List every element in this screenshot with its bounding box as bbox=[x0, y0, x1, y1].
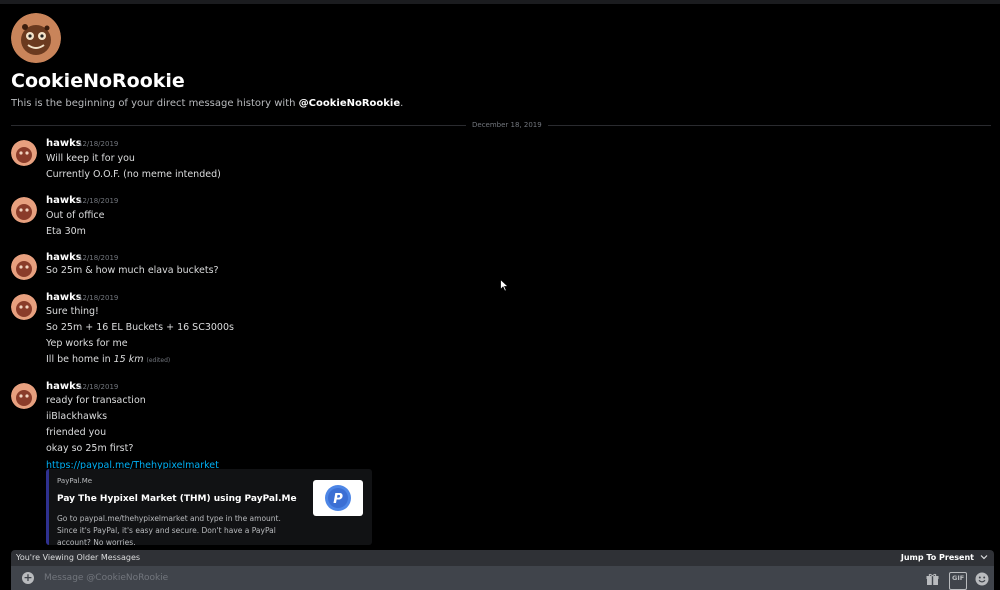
message-text: Yep works for me bbox=[46, 338, 128, 349]
message-author[interactable]: hawks bbox=[46, 292, 82, 303]
message-timestamp: 12/18/2019 bbox=[78, 197, 119, 205]
paypal-logo-icon[interactable]: P bbox=[313, 480, 363, 516]
jump-to-present-button[interactable]: Jump To Present bbox=[901, 553, 988, 563]
message-author[interactable]: hawks bbox=[46, 252, 82, 263]
message-text: Ill be home in 15 km (edited) bbox=[46, 354, 170, 365]
channel-title: CookieNoRookie bbox=[11, 70, 185, 92]
message-composer: + GIF bbox=[11, 566, 994, 590]
date-divider: December 18, 2019 bbox=[466, 120, 548, 130]
dm-header bbox=[11, 13, 61, 63]
gift-icon[interactable] bbox=[926, 571, 939, 585]
chevron-down-icon bbox=[980, 553, 988, 563]
jump-to-present-label: Jump To Present bbox=[900, 553, 974, 562]
channel-intro: This is the beginning of your direct mes… bbox=[11, 98, 403, 109]
message-text: ready for transaction bbox=[46, 395, 146, 406]
older-messages-bar[interactable]: You're Viewing Older Messages Jump To Pr… bbox=[11, 550, 994, 566]
mouse-cursor-icon bbox=[500, 277, 510, 296]
avatar[interactable] bbox=[11, 294, 37, 320]
avatar[interactable] bbox=[11, 140, 37, 166]
message-input[interactable] bbox=[44, 572, 894, 584]
message-text: Sure thing! bbox=[46, 306, 99, 317]
message-text: So 25m & how much elava buckets? bbox=[46, 265, 219, 276]
message-text: iiBlackhawks bbox=[46, 411, 108, 422]
top-bar bbox=[0, 0, 1000, 4]
embed-title[interactable]: Pay The Hypixel Market (THM) using PayPa… bbox=[57, 494, 297, 504]
message-timestamp: 12/18/2019 bbox=[78, 383, 119, 391]
svg-text:P: P bbox=[333, 492, 343, 507]
message-timestamp: 12/18/2019 bbox=[78, 254, 119, 262]
message-text-prefix: Ill be home in bbox=[46, 354, 114, 365]
link-embed: PayPal.Me Pay The Hypixel Market (THM) u… bbox=[46, 469, 372, 547]
message-author[interactable]: hawks bbox=[46, 138, 82, 149]
message-emphasis: 15 km bbox=[113, 354, 144, 365]
attach-plus-icon[interactable]: + bbox=[22, 572, 34, 584]
avatar[interactable] bbox=[11, 254, 37, 280]
message-author[interactable]: hawks bbox=[46, 381, 82, 392]
embed-provider[interactable]: PayPal.Me bbox=[57, 477, 92, 485]
message-text: Will keep it for you bbox=[46, 153, 135, 164]
emoji-icon[interactable] bbox=[975, 571, 989, 586]
embed-description: Go to paypal.me/thehypixelmarket and typ… bbox=[57, 514, 281, 547]
message-text: Eta 30m bbox=[46, 226, 86, 237]
message-author[interactable]: hawks bbox=[46, 195, 82, 206]
profile-avatar[interactable] bbox=[11, 13, 61, 63]
avatar[interactable] bbox=[11, 383, 37, 409]
intro-mention[interactable]: @CookieNoRookie bbox=[299, 98, 400, 109]
gif-icon[interactable]: GIF bbox=[949, 572, 968, 590]
message-text: friended you bbox=[46, 427, 107, 438]
message-timestamp: 12/18/2019 bbox=[78, 294, 119, 302]
message-text: Out of office bbox=[46, 210, 105, 221]
older-messages-label: You're Viewing Older Messages bbox=[16, 553, 141, 562]
edited-marker: (edited) bbox=[146, 357, 171, 364]
message-text: So 25m + 16 EL Buckets + 16 SC3000s bbox=[46, 322, 234, 333]
intro-text: This is the beginning of your direct mes… bbox=[11, 98, 299, 109]
avatar[interactable] bbox=[11, 197, 37, 223]
message-text: Currently O.O.F. (no meme intended) bbox=[46, 169, 221, 180]
intro-suffix: . bbox=[400, 98, 404, 109]
message-text: okay so 25m first? bbox=[46, 443, 134, 454]
message-timestamp: 12/18/2019 bbox=[78, 140, 119, 148]
